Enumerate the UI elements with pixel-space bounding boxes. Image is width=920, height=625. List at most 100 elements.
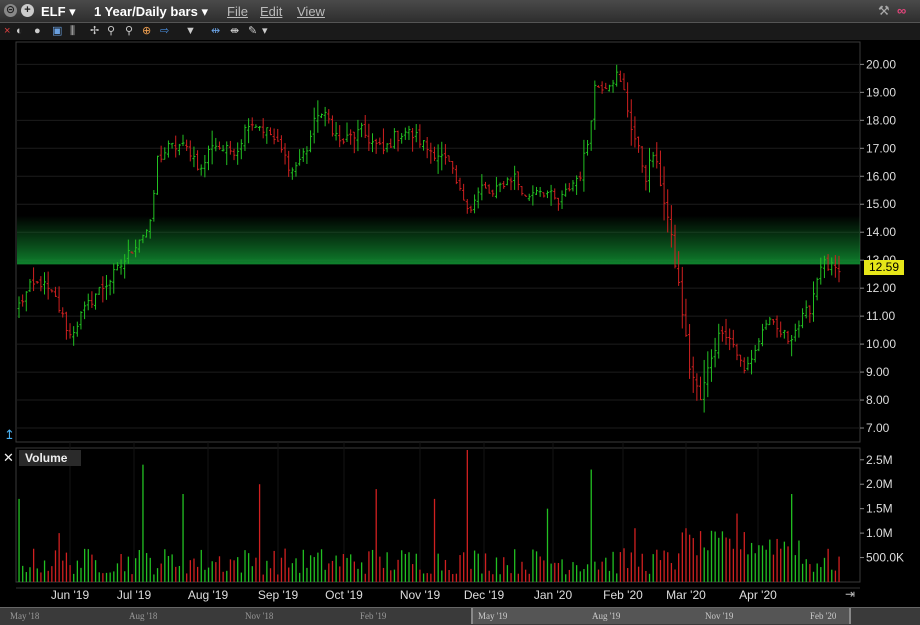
nav-label: Feb '20 [810, 611, 837, 621]
volume-bar [393, 569, 396, 582]
volume-bar [477, 553, 479, 582]
navigator-bar[interactable]: May '18 Aug '18 Nov '18 Feb '19 May '19 … [0, 607, 920, 625]
volume-bar [772, 554, 775, 582]
x-tick-label: Jun '19 [51, 588, 90, 602]
volume-bar [648, 573, 651, 582]
y-tick-label: 20.00 [866, 57, 896, 71]
volume-bar [576, 565, 578, 582]
volume-bar [69, 565, 71, 582]
navigator-window[interactable] [471, 608, 851, 624]
close-icon[interactable]: ✕ [3, 450, 14, 466]
symbol-selector[interactable]: ELF ▾ [41, 4, 76, 20]
wrench-icon[interactable]: ✎ [248, 25, 257, 38]
close-icon[interactable]: × [4, 25, 10, 38]
volume-bar [317, 552, 319, 582]
price-chart[interactable]: 7.008.009.0010.0011.0012.0013.0014.0015.… [0, 40, 920, 607]
volume-bar [459, 555, 461, 582]
volume-bar [827, 548, 829, 582]
volume-bar [211, 561, 213, 582]
volume-bar [703, 547, 705, 582]
volume-bar [273, 550, 275, 582]
volume-bar [229, 559, 232, 582]
zoom-in-icon[interactable]: ⚲ [107, 25, 115, 38]
volume-bar [277, 574, 279, 582]
volume-bar [470, 568, 472, 582]
volume-bar [546, 508, 549, 582]
volume-bar [379, 556, 381, 582]
volume-bar [561, 559, 563, 582]
volume-bar [382, 567, 385, 582]
menu-arrow-icon[interactable]: ▾ [262, 25, 268, 38]
calendar-icon[interactable]: ▣ [52, 25, 62, 38]
volume-bar [776, 538, 778, 582]
x-tick-label: Dec '19 [464, 588, 505, 602]
volume-bar [718, 537, 720, 582]
volume-bar [339, 566, 341, 582]
volume-bar [433, 498, 436, 582]
volume-bar [284, 548, 286, 582]
volume-bar [627, 568, 629, 582]
volume-bar [149, 557, 151, 582]
circle-icon[interactable]: ● [34, 25, 41, 38]
zoom-out-icon[interactable]: ⚲ [125, 25, 133, 38]
volume-bar [135, 558, 137, 582]
menu-view[interactable]: View [297, 4, 325, 19]
volume-bar [674, 569, 676, 582]
volume-bar [765, 549, 767, 582]
volume-bar [780, 548, 782, 582]
vol-tick-label: 1.5M [866, 502, 893, 516]
volume-bar [29, 567, 31, 582]
add-icon[interactable]: + [21, 4, 34, 17]
y-tick-label: 7.00 [866, 421, 890, 435]
arrow-icon[interactable]: ⇨ [160, 25, 169, 38]
volume-bar [663, 550, 665, 582]
volume-bar [226, 570, 228, 582]
volume-bar [255, 557, 257, 582]
x-tick-label: Sep '19 [258, 588, 299, 602]
volume-bar [495, 557, 498, 582]
chart-toolbar: × ◐ ● ▣ ⫼ ✢ ⚲ ⚲ ⊕ ⇨ ▼ ⇹ ⇼ ✎ ▾ [0, 23, 920, 40]
volume-bar [207, 567, 210, 582]
link-chain-icon[interactable]: ∞ [897, 3, 906, 18]
period-selector[interactable]: 1 Year/Daily bars ▾ [94, 4, 208, 20]
nav-label: Nov '19 [705, 611, 734, 621]
volume-bar [309, 555, 312, 582]
split-icon[interactable]: ⇹ [211, 25, 220, 38]
settings-icon[interactable]: ◐ [16, 25, 23, 38]
volume-bar [736, 513, 738, 582]
volume-bar [390, 570, 392, 582]
scroll-right-icon[interactable]: ⇥ [845, 587, 855, 601]
volume-bar [160, 563, 162, 582]
volume-bar [838, 556, 840, 582]
volume-bar [186, 573, 188, 582]
y-tick-label: 17.00 [866, 141, 896, 155]
volume-panel-label: Volume [19, 450, 81, 466]
target-icon[interactable]: ⊕ [142, 25, 151, 38]
volume-bar [175, 566, 177, 582]
menu-edit[interactable]: Edit [260, 4, 282, 19]
panel-marker-icon[interactable]: ↥ [4, 427, 15, 442]
volume-bar [375, 489, 377, 582]
volume-bar [408, 552, 410, 582]
triangle-icon[interactable]: ▼ [185, 25, 196, 38]
volume-bar [105, 572, 108, 582]
volume-bar [448, 569, 450, 582]
vol-tick-label: 1.0M [866, 526, 893, 540]
volume-bar [94, 560, 97, 582]
nav-label: Nov '18 [245, 611, 274, 621]
volume-bar [707, 550, 709, 582]
volume-bar [131, 574, 133, 582]
bars-icon[interactable]: ⫼ [70, 25, 75, 38]
volume-bar [156, 568, 159, 582]
wrench-icon[interactable]: ⚒ [878, 3, 890, 19]
volume-bar [645, 570, 647, 582]
menu-file[interactable]: File [227, 4, 248, 19]
volume-bar [248, 553, 250, 582]
volume-bar [233, 560, 235, 582]
link-icon[interactable]: ⊝ [4, 4, 17, 17]
volume-bar [747, 554, 749, 582]
merge-icon[interactable]: ⇼ [230, 25, 239, 38]
crosshair-icon[interactable]: ✢ [90, 25, 99, 38]
volume-bar [670, 563, 673, 582]
volume-bar [699, 531, 702, 582]
